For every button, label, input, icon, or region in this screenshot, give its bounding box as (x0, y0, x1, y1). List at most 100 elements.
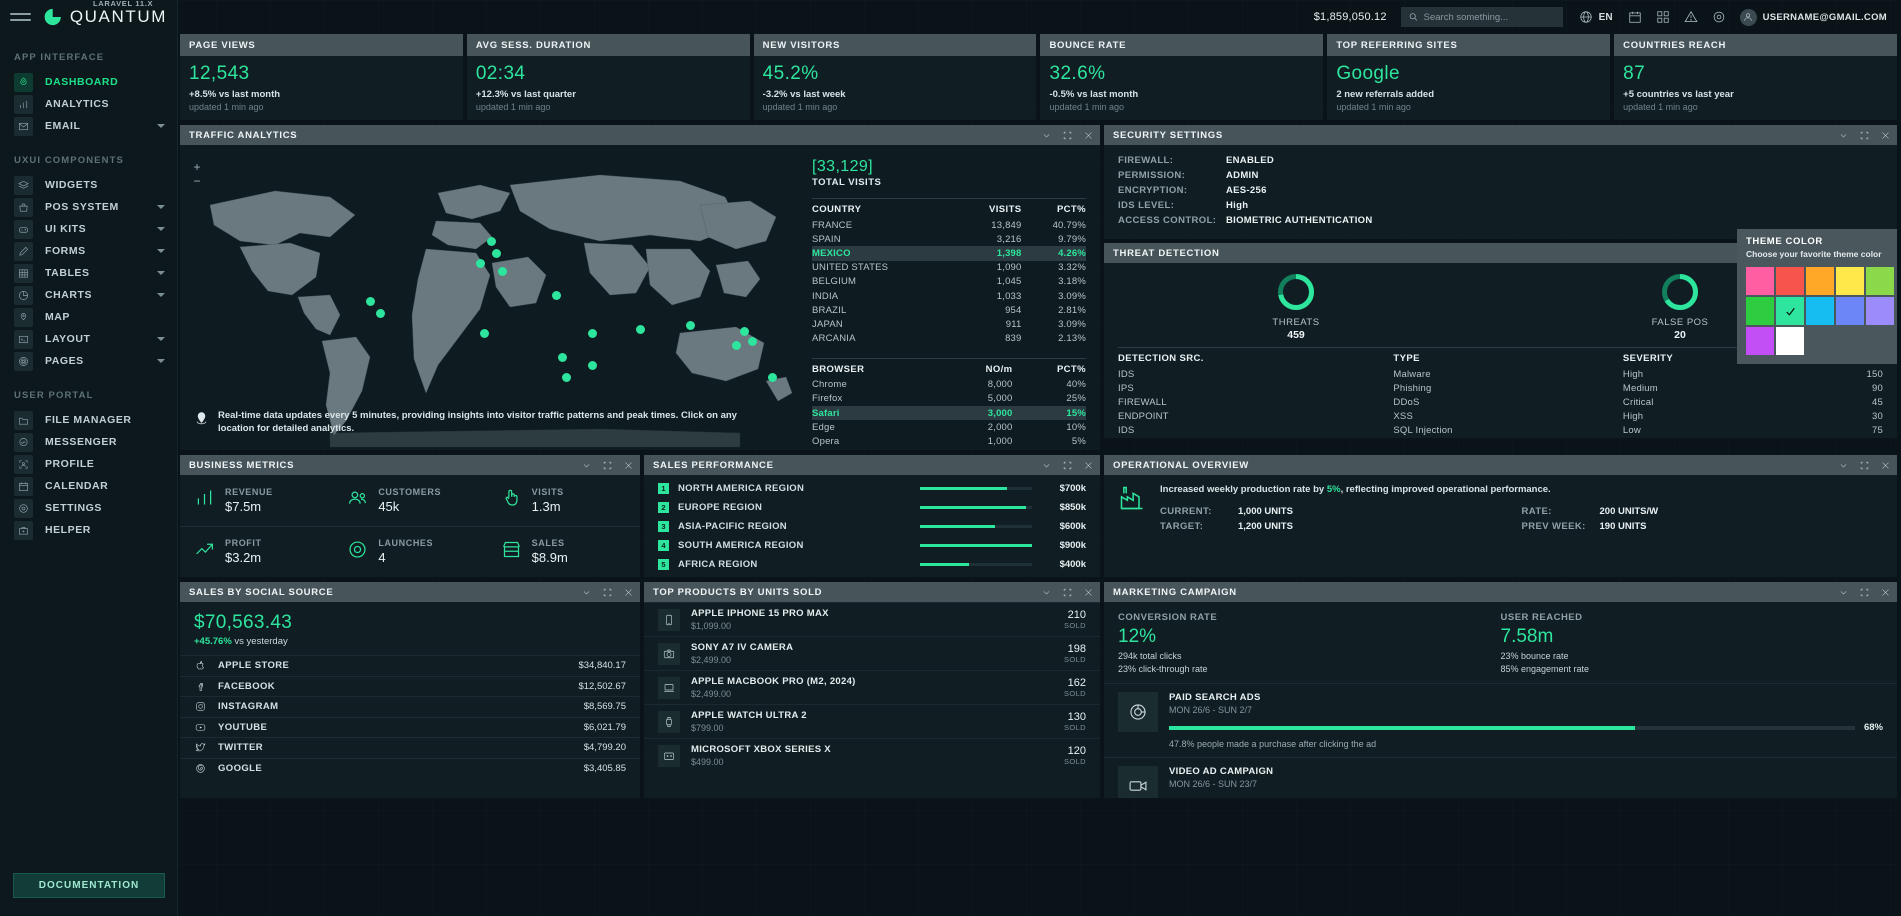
table-row[interactable]: INDIA 1,033 3.09% (812, 289, 1086, 303)
sidebar-item-helper[interactable]: HELPER (0, 519, 177, 541)
table-row[interactable]: BRAZIL 954 2.81% (812, 303, 1086, 317)
sidebar-item-dashboard[interactable]: DASHBOARD (0, 71, 177, 93)
map-dot[interactable] (376, 309, 385, 318)
map-dot[interactable] (498, 267, 507, 276)
expand-icon[interactable] (1860, 588, 1869, 597)
table-row[interactable]: Edge 2,000 10% (812, 420, 1086, 434)
map-dot[interactable] (732, 341, 741, 350)
collapse-icon[interactable] (1042, 588, 1051, 597)
expand-icon[interactable] (1860, 131, 1869, 140)
search-box[interactable] (1400, 7, 1563, 27)
map-dot[interactable] (768, 373, 777, 382)
expand-icon[interactable] (1063, 588, 1072, 597)
chevron-down-icon[interactable] (157, 271, 165, 275)
map-dot[interactable] (588, 361, 597, 370)
close-icon[interactable] (1881, 131, 1890, 140)
campaign-item[interactable]: PAID SEARCH ADS MON 26/6 - SUN 2/7 68% 47.8… (1104, 683, 1897, 757)
sales-performance-row[interactable]: 4 SOUTH AMERICA REGION $900k (644, 536, 1100, 555)
map-dot[interactable] (552, 291, 561, 300)
chevron-down-icon[interactable] (157, 205, 165, 209)
map-dot[interactable] (366, 297, 375, 306)
sidebar-item-messenger[interactable]: MESSENGER (0, 431, 177, 453)
list-item[interactable]: APPLE STORE $34,840.17 (180, 655, 640, 676)
list-item[interactable]: TWITTER $4,799.20 (180, 737, 640, 758)
map-zoom-in-button[interactable]: + (191, 161, 203, 174)
warning-icon[interactable] (1684, 10, 1699, 25)
sales-performance-row[interactable]: 1 NORTH AMERICA REGION $700k (644, 479, 1100, 498)
map-dot[interactable] (487, 237, 496, 246)
collapse-icon[interactable] (1839, 461, 1848, 470)
sidebar-item-analytics[interactable]: ANALYTICS (0, 93, 177, 115)
expand-icon[interactable] (1063, 461, 1072, 470)
theme-swatch[interactable] (1746, 297, 1774, 326)
chevron-down-icon[interactable] (157, 249, 165, 253)
chevron-down-icon[interactable] (157, 124, 165, 128)
table-row[interactable]: Opera 1,000 5% (812, 434, 1086, 448)
list-item[interactable]: APPLE WATCH ULTRA 2 $799.00 130 SOLD (644, 704, 1100, 738)
list-item[interactable]: YOUTUBE $6,021.79 (180, 716, 640, 738)
close-icon[interactable] (1084, 461, 1093, 470)
sidebar-item-file-manager[interactable]: FILE MANAGER (0, 409, 177, 431)
table-row[interactable]: UNITED STATES 1,090 3.32% (812, 261, 1086, 275)
table-row[interactable]: FRANCE 13,849 40.79% (812, 218, 1086, 232)
list-item[interactable]: SONY A7 IV CAMERA $2,499.00 198 SOLD (644, 636, 1100, 670)
list-item[interactable]: APPLE IPHONE 15 PRO MAX $1,099.00 210 SOLD (644, 602, 1100, 636)
collapse-icon[interactable] (1839, 131, 1848, 140)
close-icon[interactable] (1881, 588, 1890, 597)
sidebar-item-widgets[interactable]: WIDGETS (0, 174, 177, 196)
sales-performance-row[interactable]: 3 ASIA-PACIFIC REGION $600k (644, 517, 1100, 536)
theme-swatch[interactable] (1776, 327, 1804, 356)
sidebar-item-settings[interactable]: SETTINGS (0, 497, 177, 519)
collapse-icon[interactable] (1839, 588, 1848, 597)
map-dot[interactable] (636, 325, 645, 334)
sales-performance-row[interactable]: 2 EUROPE REGION $850k (644, 498, 1100, 517)
sidebar-item-pages[interactable]: PAGES (0, 350, 177, 372)
world-map[interactable]: + − Real-time data updates every 5 minut… (180, 145, 800, 450)
map-dot[interactable] (476, 259, 485, 268)
map-dot[interactable] (740, 327, 749, 336)
sidebar-item-layout[interactable]: LAYOUT (0, 328, 177, 350)
gear-icon[interactable] (1712, 10, 1727, 25)
menu-toggle-icon[interactable] (10, 13, 32, 21)
list-item[interactable]: GOOGLE $3,405.85 (180, 757, 640, 779)
chevron-down-icon[interactable] (157, 337, 165, 341)
close-icon[interactable] (624, 588, 633, 597)
table-row[interactable]: ARCANIA 839 2.13% (812, 332, 1086, 346)
map-dot[interactable] (562, 373, 571, 382)
sidebar-item-ui-kits[interactable]: UI KITS (0, 218, 177, 240)
expand-icon[interactable] (1063, 131, 1072, 140)
theme-swatch[interactable] (1866, 267, 1894, 296)
close-icon[interactable] (1084, 588, 1093, 597)
sidebar-item-profile[interactable]: PROFILE (0, 453, 177, 475)
apps-icon[interactable] (1656, 10, 1671, 25)
collapse-icon[interactable] (1042, 131, 1051, 140)
sidebar-item-calendar[interactable]: CALENDAR (0, 475, 177, 497)
sidebar-item-email[interactable]: EMAIL (0, 115, 177, 137)
table-row[interactable]: BELGIUM 1,045 3.18% (812, 275, 1086, 289)
table-row[interactable]: Safari 3,000 15% (812, 406, 1086, 421)
chevron-down-icon[interactable] (157, 293, 165, 297)
map-dot[interactable] (558, 353, 567, 362)
table-row[interactable]: ENDPOINT XSS High 30 (1118, 410, 1883, 424)
sidebar-item-tables[interactable]: TABLES (0, 262, 177, 284)
close-icon[interactable] (624, 461, 633, 470)
map-dot[interactable] (492, 249, 501, 258)
campaign-item[interactable]: VIDEO AD CAMPAIGN MON 26/6 - SUN 23/7 (1104, 757, 1897, 798)
list-item[interactable]: APPLE MACBOOK PRO (M2, 2024) $2,499.00 162… (644, 670, 1100, 704)
table-row[interactable]: Firefox 5,000 25% (812, 392, 1086, 406)
table-row[interactable]: Chrome 8,000 40% (812, 378, 1086, 392)
list-item[interactable]: INSTAGRAM $8,569.75 (180, 696, 640, 717)
map-zoom-out-button[interactable]: − (191, 175, 203, 188)
sidebar-item-charts[interactable]: CHARTS (0, 284, 177, 306)
documentation-button[interactable]: DOCUMENTATION (13, 873, 165, 898)
close-icon[interactable] (1084, 131, 1093, 140)
language-selector[interactable]: EN (1599, 12, 1613, 23)
table-row[interactable]: MEXICO 1,398 4.26% (812, 246, 1086, 261)
expand-icon[interactable] (603, 588, 612, 597)
table-row[interactable]: IPS Phishing Medium 90 (1118, 381, 1883, 395)
table-row[interactable]: FIREWALL DDoS Critical 45 (1118, 395, 1883, 409)
chevron-down-icon[interactable] (157, 359, 165, 363)
table-row[interactable]: SPAIN 3,216 9.79% (812, 232, 1086, 246)
theme-swatch[interactable] (1866, 297, 1894, 326)
chevron-down-icon[interactable] (157, 227, 165, 231)
